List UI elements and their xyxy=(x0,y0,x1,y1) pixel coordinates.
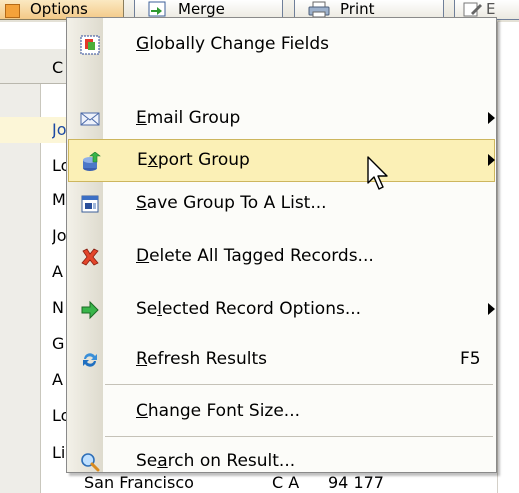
printer-icon xyxy=(308,1,330,18)
menu-item-label: Export Group xyxy=(137,150,250,170)
green-arrow-icon xyxy=(81,300,99,320)
menu-item-globally-change-fields[interactable]: Globally Change Fields xyxy=(68,23,495,66)
menu-separator xyxy=(105,384,493,385)
menu-item-label: Globally Change Fields xyxy=(136,34,330,54)
context-menu: Globally Change Fields Email Group Expor… xyxy=(66,17,497,473)
edit-label: E xyxy=(486,0,496,18)
menu-item-refresh-results[interactable]: Refresh Results F5 xyxy=(68,338,495,381)
export-icon xyxy=(83,152,101,171)
mouse-cursor-icon xyxy=(367,156,388,190)
menu-item-change-font-size[interactable]: Change Font Size... xyxy=(68,390,495,433)
grid-cell[interactable]: A xyxy=(52,262,66,281)
menu-item-label: Delete All Tagged Records... xyxy=(136,246,374,266)
menu-item-export-group[interactable]: Export Group xyxy=(68,139,495,182)
menu-item-email-group[interactable]: Email Group xyxy=(68,97,495,140)
grid-cell[interactable]: A xyxy=(52,370,66,389)
grid-cell[interactable]: Jo xyxy=(52,226,66,245)
refresh-icon xyxy=(83,353,97,367)
grid-cell[interactable]: Lo xyxy=(52,156,66,175)
magnifier-icon xyxy=(81,453,100,472)
menu-item-label: Save Group To A List... xyxy=(136,193,327,213)
menu-item-selected-record-options[interactable]: Selected Record Options... xyxy=(68,288,495,331)
grid-header-text: C xyxy=(52,58,64,77)
submenu-arrow-icon xyxy=(488,303,495,315)
grid-cell[interactable]: N xyxy=(52,298,66,317)
menu-item-label: Search on Result... xyxy=(136,451,296,471)
grid-cell[interactable]: Jo xyxy=(52,120,66,139)
grid-right-edge xyxy=(497,22,519,493)
grid-cell[interactable]: Li xyxy=(52,443,66,462)
menu-separator xyxy=(105,436,493,437)
envelope-icon xyxy=(80,112,100,126)
merge-label: Merge xyxy=(178,0,225,18)
menu-item-label: Email Group xyxy=(136,108,241,128)
submenu-arrow-icon xyxy=(488,154,495,166)
grid-cell[interactable]: G xyxy=(52,334,66,353)
menu-item-label: Refresh Results xyxy=(136,349,268,369)
options-icon xyxy=(5,4,20,18)
grid-cell[interactable]: M xyxy=(52,190,66,209)
menu-item-label: Change Font Size... xyxy=(136,401,301,421)
save-list-icon xyxy=(81,195,99,213)
delete-x-icon xyxy=(81,248,99,266)
merge-icon xyxy=(148,1,166,17)
edit-icon xyxy=(463,2,482,17)
menu-item-delete-tagged-records[interactable]: Delete All Tagged Records... xyxy=(68,235,495,278)
menu-item-shortcut: F5 xyxy=(460,349,481,369)
menu-item-label: Selected Record Options... xyxy=(136,299,362,319)
submenu-arrow-icon xyxy=(488,112,495,124)
grid-cell[interactable]: Lo xyxy=(52,406,66,425)
menu-item-search-on-result[interactable]: Search on Result... xyxy=(68,440,495,483)
change-fields-icon xyxy=(80,35,100,55)
grid-column-header[interactable]: C xyxy=(0,49,66,84)
menu-item-save-group-to-list[interactable]: Save Group To A List... xyxy=(68,182,495,225)
grid-row-header-column xyxy=(0,49,41,493)
options-label: Options xyxy=(30,0,88,18)
print-label: Print xyxy=(340,0,375,18)
